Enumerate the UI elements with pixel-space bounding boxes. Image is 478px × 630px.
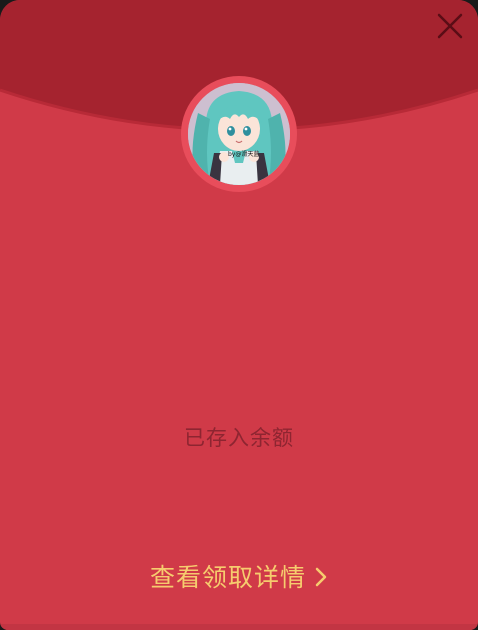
close-button[interactable] [432,8,468,44]
svg-text:by@滑天蓝: by@滑天蓝 [228,150,259,158]
envelope-bottom-edge [0,624,478,630]
red-packet-envelope: by@滑天蓝 已存入余额 查看领取详情 [0,0,478,630]
deposit-status-text: 已存入余额 [184,426,294,450]
chevron-right-icon [314,565,328,594]
avatar-image: by@滑天蓝 [188,83,290,185]
close-icon [437,13,463,39]
sender-avatar: by@滑天蓝 [181,76,297,192]
view-claim-details-label: 查看领取详情 [149,563,306,592]
view-claim-details-link[interactable]: 查看领取详情 [0,558,478,594]
